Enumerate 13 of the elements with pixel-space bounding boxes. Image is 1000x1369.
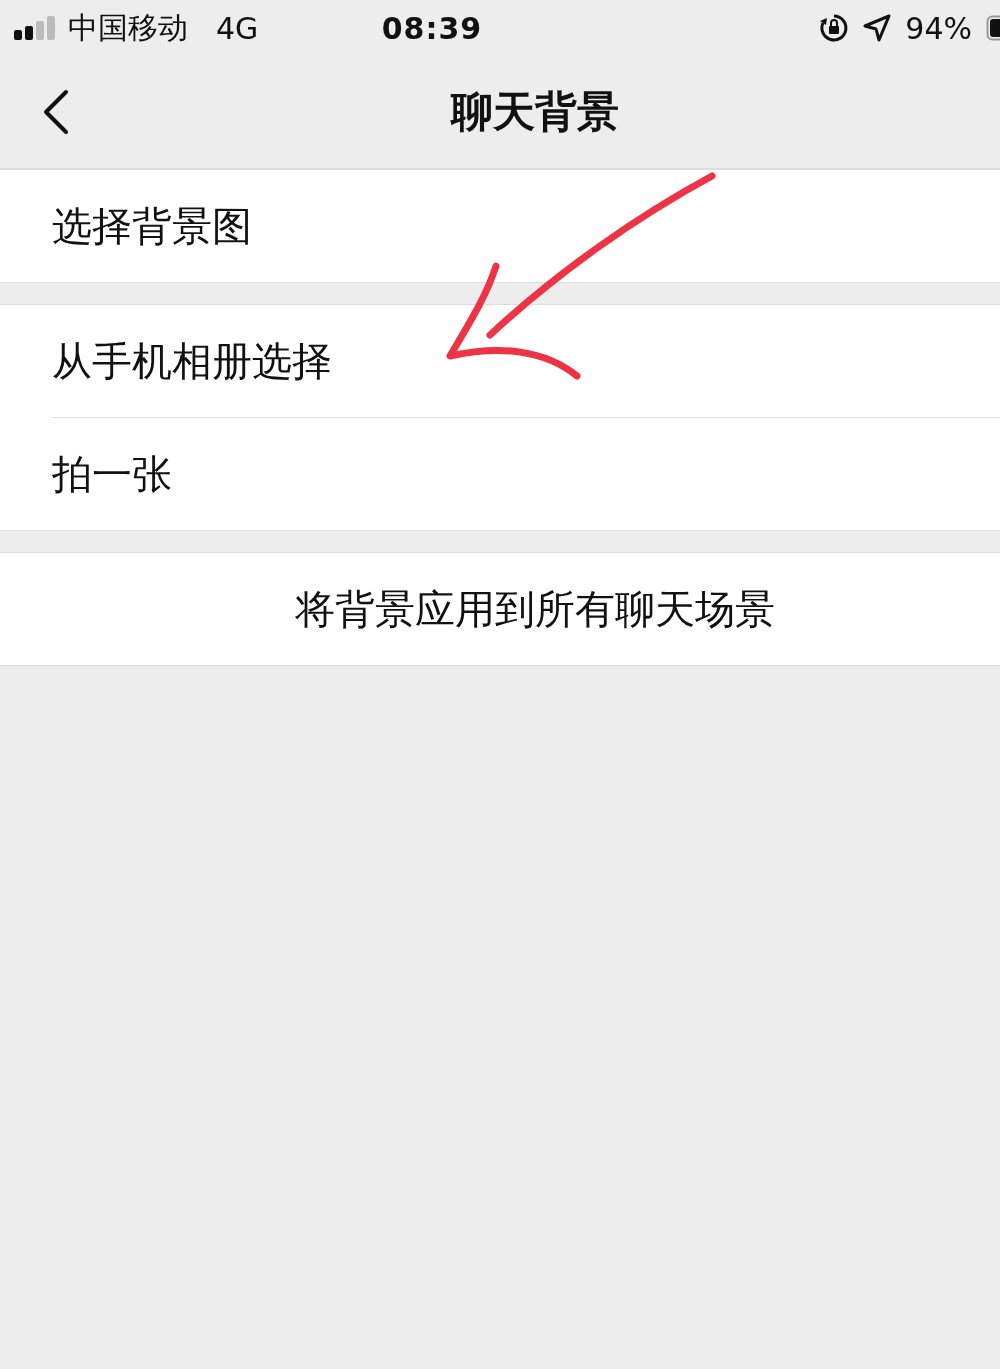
carrier-name: 中国移动 xyxy=(68,8,188,47)
settings-item[interactable]: 选择背景图 xyxy=(52,170,1000,282)
settings-item[interactable]: 将背景应用到所有聊天场景 xyxy=(0,553,1000,665)
settings-item[interactable]: 拍一张 xyxy=(52,417,1000,530)
battery-percent: 94% xyxy=(905,10,972,46)
location-arrow-icon xyxy=(863,14,892,42)
battery-icon xyxy=(986,15,1000,41)
rotation-lock-icon xyxy=(819,13,850,43)
signal-icon xyxy=(14,16,58,40)
page-title: 聊天背景 xyxy=(449,86,619,138)
network-type: 4G xyxy=(216,10,259,46)
clock-time: 08:39 xyxy=(381,10,483,46)
settings-item[interactable]: 从手机相册选择 xyxy=(52,305,1000,417)
